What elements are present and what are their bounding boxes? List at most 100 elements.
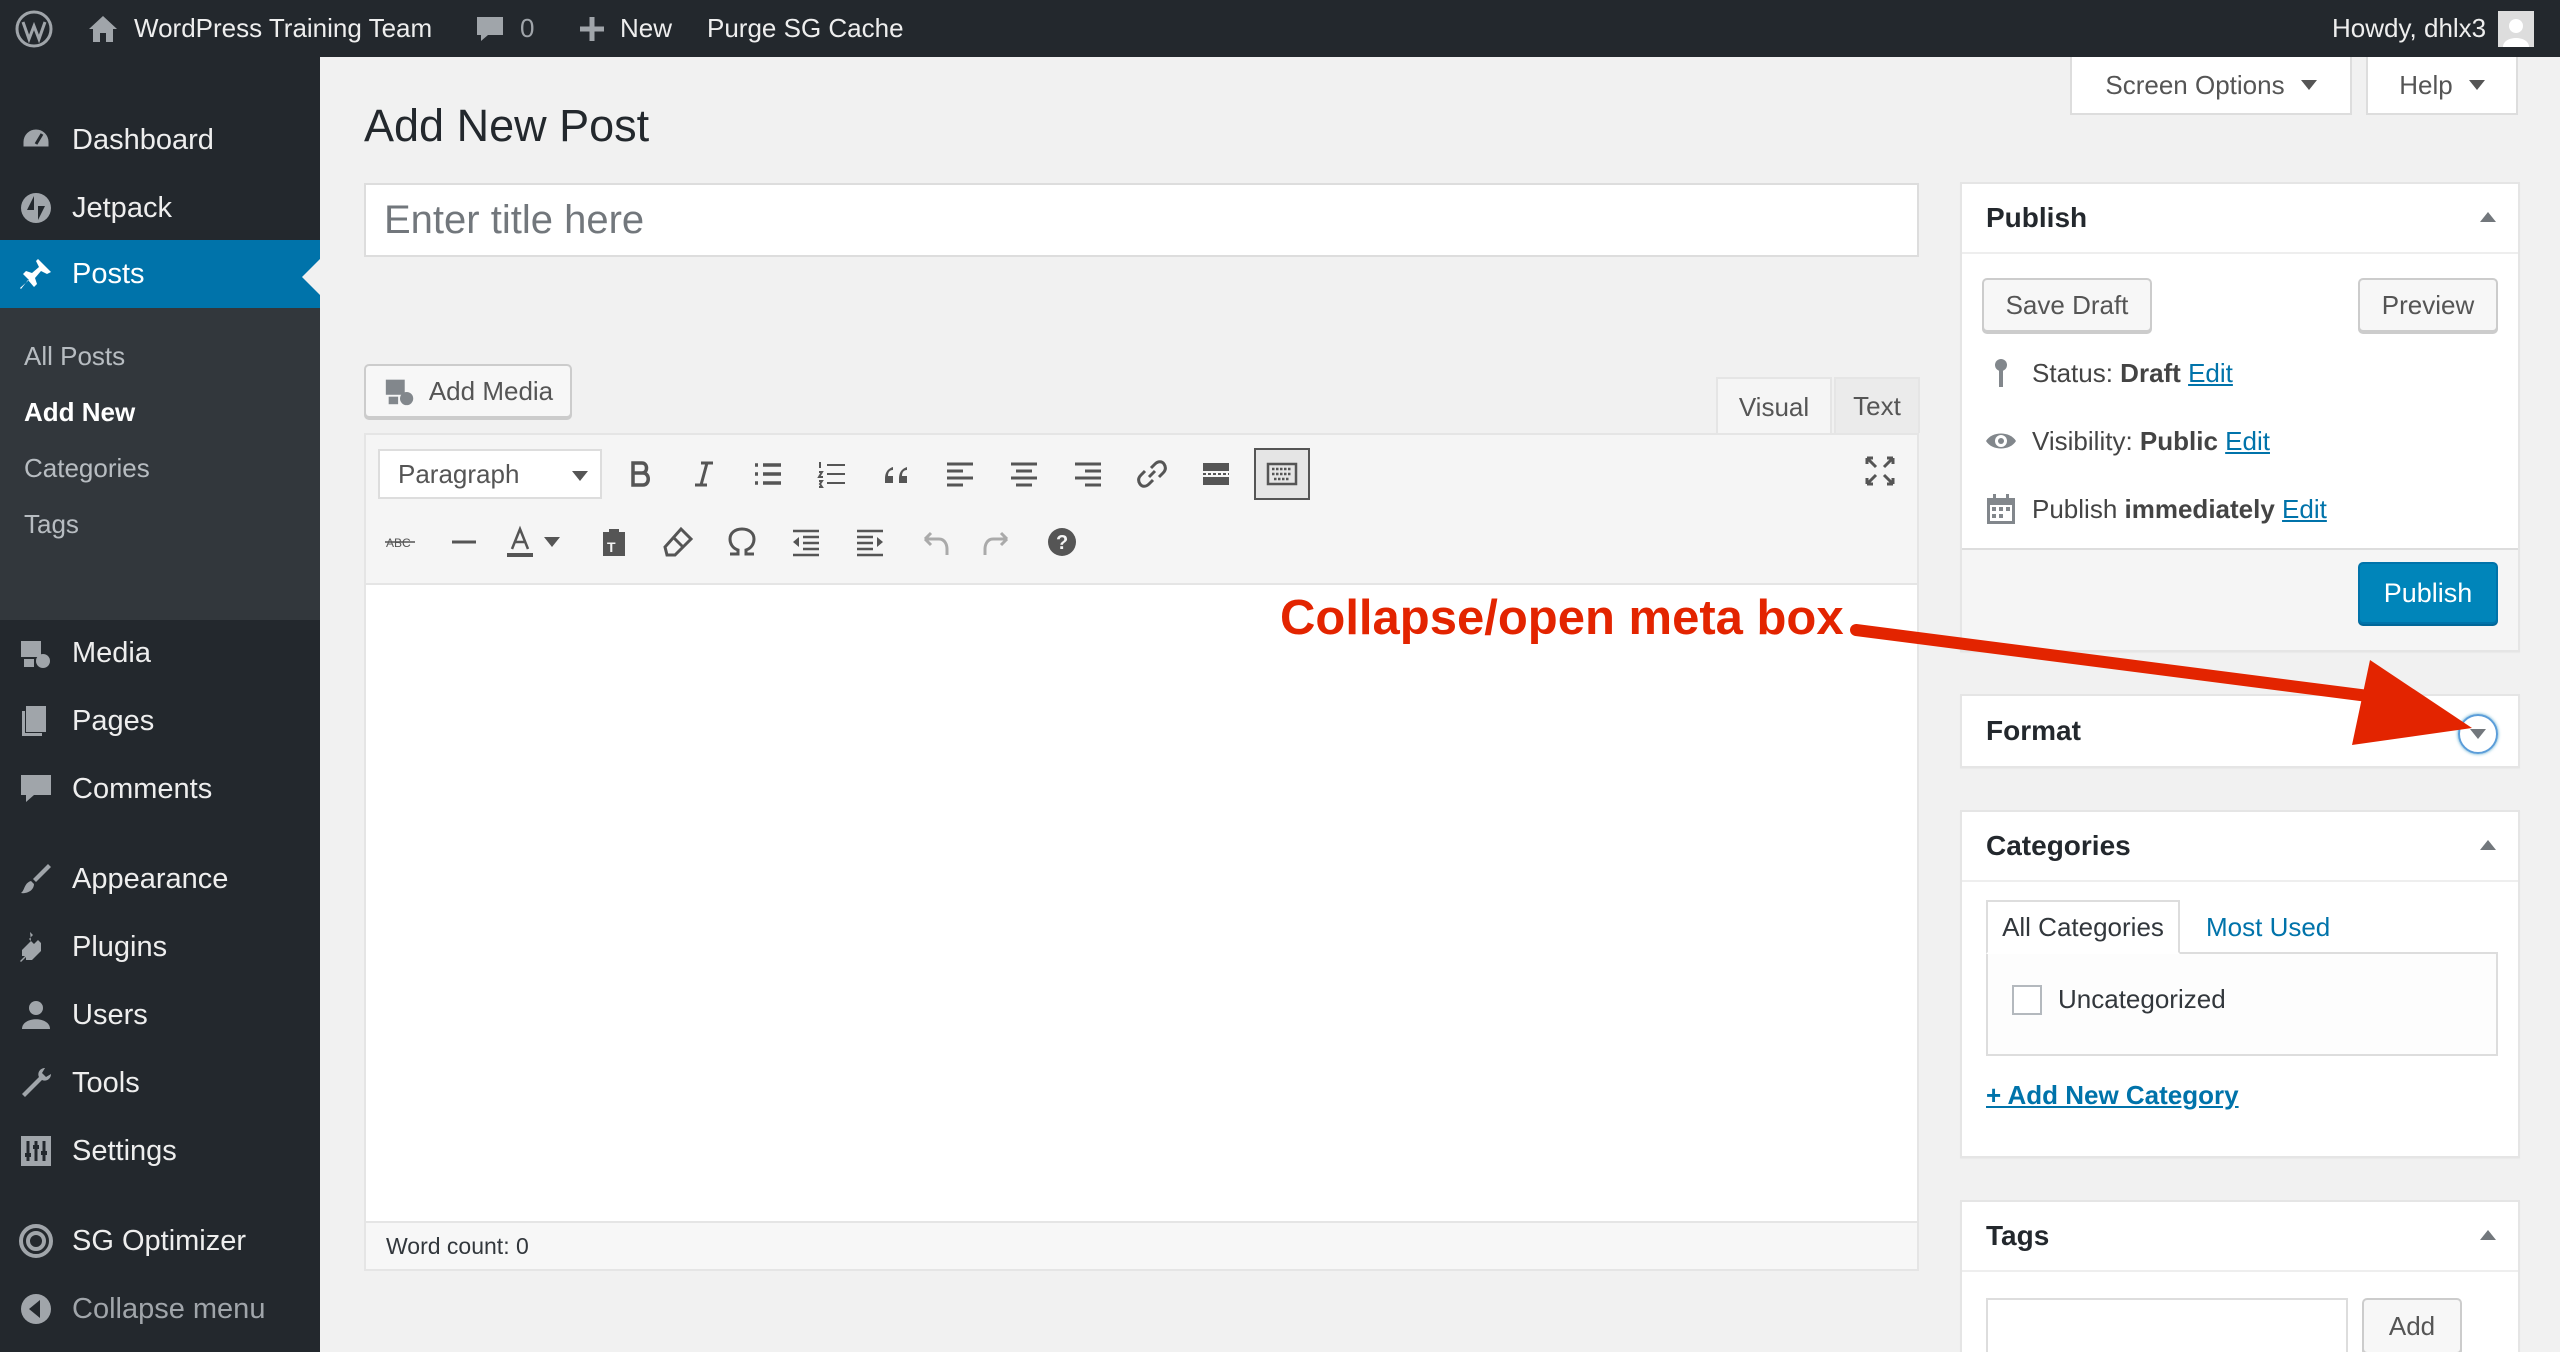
preview-button[interactable]: Preview	[2358, 278, 2498, 332]
paste-as-text-button[interactable]: T	[590, 518, 638, 566]
strikethrough-button[interactable]: ABC	[376, 518, 424, 566]
align-left-icon	[947, 462, 973, 487]
purge-cache-link[interactable]: Purge SG Cache	[707, 0, 904, 57]
insert-link-button[interactable]	[1128, 450, 1176, 498]
add-tag-button[interactable]: Add	[2362, 1298, 2462, 1352]
special-character-button[interactable]	[718, 518, 766, 566]
indent-button[interactable]	[846, 518, 894, 566]
collapse-menu-button[interactable]: Collapse menu	[0, 1284, 320, 1334]
blockquote-icon	[885, 467, 907, 483]
tag-input[interactable]	[1986, 1298, 2348, 1352]
format-select[interactable]: Paragraph	[378, 449, 602, 499]
format-box: Format	[1960, 694, 2520, 768]
sidebar-item-sg-optimizer[interactable]: SG Optimizer	[0, 1216, 320, 1266]
tags-box: Tags Add	[1960, 1200, 2520, 1352]
status-label: Status:	[2032, 357, 2113, 388]
sidebar-item-tools[interactable]: Tools	[0, 1058, 320, 1108]
tab-most-used[interactable]: Most Used	[2196, 900, 2340, 954]
link-icon	[1137, 460, 1167, 488]
my-account-link[interactable]: Howdy, dhlx3	[2332, 0, 2535, 57]
collapse-arrow-icon[interactable]	[2480, 1230, 2496, 1240]
bulleted-list-button[interactable]	[744, 450, 792, 498]
edit-visibility-link[interactable]: Edit	[2225, 426, 2270, 457]
svg-text:ABC: ABC	[386, 536, 411, 550]
redo-button[interactable]	[974, 518, 1022, 566]
help-button[interactable]: Help	[2366, 57, 2518, 115]
wordpress-logo-icon[interactable]	[14, 0, 54, 57]
italic-button[interactable]	[680, 450, 728, 498]
submenu-categories[interactable]: Categories	[24, 453, 150, 484]
purge-label: Purge SG Cache	[707, 13, 904, 43]
submenu-add-new[interactable]: Add New	[24, 397, 135, 428]
users-icon	[22, 1001, 50, 1029]
add-media-button[interactable]: Add Media	[364, 364, 572, 418]
help-label: Help	[2399, 69, 2453, 100]
align-right-button[interactable]	[1064, 450, 1112, 498]
visibility-row: Visibility: Public Edit	[1984, 424, 2270, 458]
sidebar-item-label: Comments	[72, 772, 213, 805]
tab-visual[interactable]: Visual	[1716, 377, 1832, 435]
submenu-tags[interactable]: Tags	[24, 509, 79, 540]
add-media-icon	[385, 379, 414, 406]
tags-box-header[interactable]: Tags	[1962, 1202, 2518, 1272]
align-right-icon	[1075, 462, 1101, 487]
comments-link[interactable]: 0	[474, 0, 534, 57]
blockquote-button[interactable]	[872, 450, 920, 498]
tab-all-categories[interactable]: All Categories	[1986, 900, 2180, 954]
site-name: WordPress Training Team	[134, 13, 433, 43]
collapse-arrow-icon[interactable]	[2480, 840, 2496, 850]
categories-box-header[interactable]: Categories	[1962, 812, 2518, 882]
new-content-link[interactable]: New	[578, 0, 672, 57]
clear-formatting-button[interactable]	[654, 518, 702, 566]
sidebar-item-users[interactable]: Users	[0, 990, 320, 1040]
sidebar-item-dashboard[interactable]: Dashboard	[0, 115, 320, 165]
sidebar-item-pages[interactable]: Pages	[0, 696, 320, 746]
category-checkbox[interactable]	[2012, 984, 2042, 1015]
avatar	[2498, 10, 2535, 47]
sidebar-item-jetpack[interactable]: Jetpack	[0, 183, 320, 233]
save-draft-button[interactable]: Save Draft	[1982, 278, 2152, 332]
admin-sidebar: Dashboard Jetpack Posts All Posts Add Ne…	[0, 57, 320, 1352]
collapse-arrow-icon[interactable]	[2480, 212, 2496, 222]
publish-button[interactable]: Publish	[2358, 562, 2498, 624]
toolbar-toggle-button[interactable]	[1254, 448, 1310, 500]
expand-toggle-icon[interactable]	[2458, 714, 2498, 754]
category-item[interactable]: Uncategorized	[2012, 984, 2226, 1015]
edit-status-link[interactable]: Edit	[2188, 358, 2233, 389]
align-center-icon	[1011, 462, 1037, 487]
screen-options-button[interactable]: Screen Options	[2070, 57, 2352, 115]
numbered-list-icon	[817, 462, 845, 488]
editor-content-area[interactable]	[366, 585, 1917, 1223]
add-new-category-link[interactable]: + Add New Category	[1986, 1080, 2239, 1111]
sidebar-item-plugins[interactable]: Plugins	[0, 922, 320, 972]
sidebar-item-comments[interactable]: Comments	[0, 764, 320, 814]
post-title-input[interactable]	[364, 183, 1919, 257]
outdent-button[interactable]	[782, 518, 830, 566]
align-center-button[interactable]	[1000, 450, 1048, 498]
read-more-button[interactable]	[1192, 450, 1240, 498]
text-color-dropdown[interactable]	[540, 518, 564, 566]
add-media-label: Add Media	[428, 375, 554, 406]
fullscreen-button[interactable]	[1856, 447, 1904, 495]
post-editor: Paragraph ABC T ? Word count: 0	[364, 433, 1919, 1271]
site-name-link[interactable]: WordPress Training Team	[86, 0, 432, 57]
edit-publish-date-link[interactable]: Edit	[2282, 494, 2327, 525]
text-color-button[interactable]	[496, 518, 544, 566]
sidebar-item-media[interactable]: Media	[0, 628, 320, 678]
undo-button[interactable]	[910, 518, 958, 566]
sidebar-item-posts[interactable]: Posts	[0, 240, 320, 308]
align-left-button[interactable]	[936, 450, 984, 498]
bold-button[interactable]	[616, 450, 664, 498]
sidebar-item-appearance[interactable]: Appearance	[0, 854, 320, 904]
publish-date-row: Publish immediately Edit	[1984, 492, 2327, 526]
text-color-icon	[507, 525, 533, 557]
submenu-all-posts[interactable]: All Posts	[24, 341, 125, 372]
format-box-header[interactable]: Format	[1962, 696, 2518, 766]
jetpack-icon	[21, 193, 51, 223]
tab-text[interactable]: Text	[1834, 377, 1920, 433]
keyboard-shortcuts-button[interactable]: ?	[1038, 518, 1086, 566]
sidebar-item-settings[interactable]: Settings	[0, 1126, 320, 1176]
numbered-list-button[interactable]	[808, 450, 856, 498]
horizontal-line-button[interactable]	[440, 518, 488, 566]
publish-box-header[interactable]: Publish	[1962, 184, 2518, 254]
